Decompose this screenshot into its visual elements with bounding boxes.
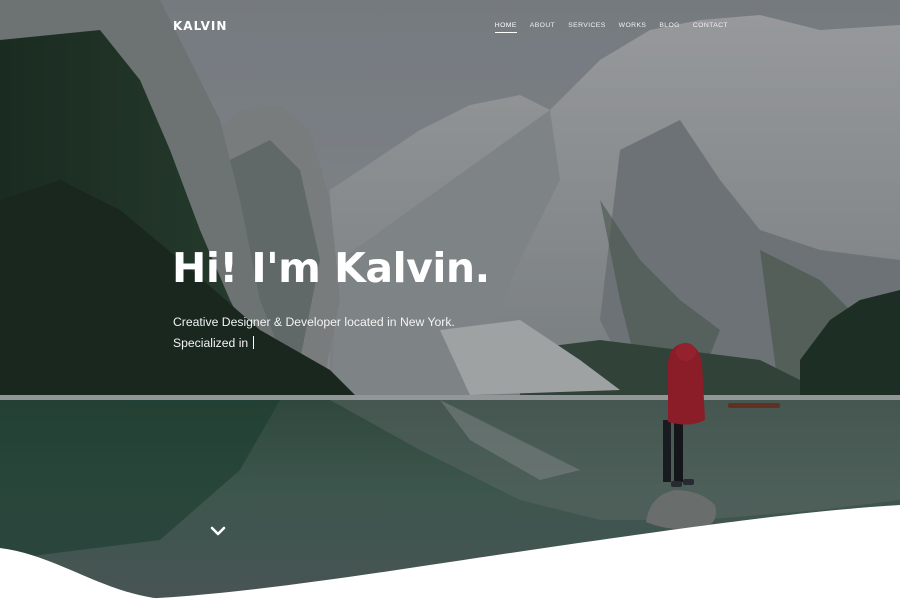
hero-subtitle-line-1: Creative Designer & Developer located in… xyxy=(173,315,455,329)
nav-link-services[interactable]: SERVICES xyxy=(568,22,605,33)
top-navbar: KALVIN HOME ABOUT SERVICES WORKS BLOG CO… xyxy=(0,0,900,56)
nav-link-blog[interactable]: BLOG xyxy=(659,22,680,33)
chevron-down-icon xyxy=(210,526,226,536)
hero-subtitle-line-2: Specialized in xyxy=(173,333,455,354)
hero-overlay xyxy=(0,0,900,600)
scroll-down-button[interactable] xyxy=(209,522,227,540)
nav-link-about[interactable]: ABOUT xyxy=(530,22,555,33)
nav-link-contact[interactable]: CONTACT xyxy=(693,22,728,33)
specialized-label: Specialized in xyxy=(173,336,249,350)
nav-link-home[interactable]: HOME xyxy=(494,22,517,33)
nav-link-works[interactable]: WORKS xyxy=(619,22,647,33)
site-logo[interactable]: KALVIN xyxy=(173,19,227,33)
hero-headline: Hi! I'm Kalvin. xyxy=(172,244,490,292)
hero-section: KALVIN HOME ABOUT SERVICES WORKS BLOG CO… xyxy=(0,0,900,600)
typing-cursor xyxy=(252,336,254,349)
hero-subtitle: Creative Designer & Developer located in… xyxy=(173,312,455,354)
main-menu: HOME ABOUT SERVICES WORKS BLOG CONTACT xyxy=(494,22,728,33)
